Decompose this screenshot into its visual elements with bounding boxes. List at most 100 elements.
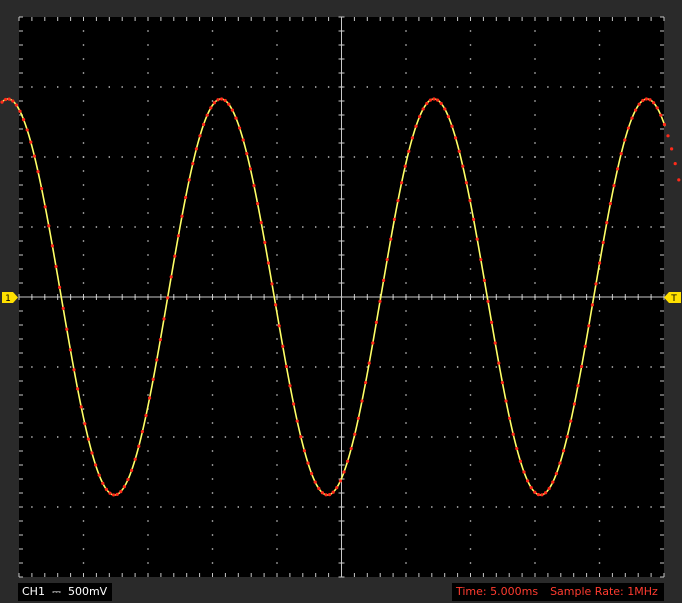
grid-dot — [237, 436, 239, 438]
grid-dot — [82, 562, 85, 564]
grid-dot — [624, 366, 626, 368]
grid-dot — [224, 156, 227, 158]
sample-point — [187, 178, 191, 182]
grid-dot — [431, 436, 433, 438]
grid-dot — [469, 128, 472, 130]
grid-dot — [534, 156, 536, 158]
grid-dot — [276, 100, 278, 102]
grid-dot — [31, 436, 33, 438]
grid-dot — [82, 128, 85, 130]
grid-dot — [211, 100, 214, 102]
sample-point — [518, 459, 523, 463]
sample-point — [425, 101, 429, 106]
grid-dot — [585, 156, 588, 158]
grid-dot — [469, 492, 472, 494]
grid-dot — [405, 422, 407, 424]
sample-point — [623, 138, 627, 142]
sample-point — [14, 103, 18, 107]
grid-dot — [263, 86, 265, 88]
sample-point — [176, 234, 180, 238]
grid-dot — [508, 86, 510, 88]
sample-point — [374, 320, 378, 324]
grid-dot — [276, 478, 278, 480]
grid-dot — [211, 170, 214, 172]
grid-dot — [469, 478, 472, 480]
grid-dot — [547, 156, 549, 158]
grid-dot — [276, 156, 278, 158]
grid-dot — [82, 478, 85, 480]
grid-dot — [82, 198, 85, 200]
sample-point — [482, 278, 486, 282]
grid-dot — [650, 226, 652, 228]
sample-point — [256, 202, 260, 206]
grid-dot — [405, 100, 407, 102]
grid-dot — [495, 366, 497, 368]
sample-point — [166, 296, 170, 300]
grid-dot — [650, 156, 652, 158]
grid-dot — [598, 282, 601, 284]
grid-dot — [82, 408, 85, 410]
grid-dot — [82, 212, 85, 214]
grid-dot — [95, 436, 98, 438]
grid-dot — [598, 254, 601, 256]
sample-point — [86, 437, 90, 441]
grid-dot — [327, 506, 330, 508]
grid-dot — [147, 254, 149, 256]
channel-status-box[interactable]: CH1 ⎓ 500mV — [18, 583, 112, 601]
grid-dot — [534, 114, 536, 116]
grid-dot — [534, 44, 536, 46]
grid-dot — [405, 436, 407, 438]
sample-point — [634, 108, 638, 112]
sample-point — [194, 147, 198, 151]
grid-dot — [276, 324, 278, 326]
sample-point — [122, 485, 126, 489]
trigger-marker-label: T — [670, 294, 677, 304]
grid-dot — [547, 86, 549, 88]
grid-dot — [534, 198, 536, 200]
grid-dot — [418, 226, 420, 228]
grid-dot — [456, 366, 459, 368]
grid-dot — [469, 156, 472, 158]
grid-dot — [82, 114, 85, 116]
grid-dot — [482, 156, 485, 158]
sample-point — [652, 101, 656, 105]
grid-dot — [276, 72, 278, 74]
sample-point — [29, 140, 33, 144]
grid-dot — [82, 366, 85, 368]
grid-dot — [147, 86, 149, 88]
grid-dot — [560, 226, 562, 228]
grid-dot — [418, 156, 420, 158]
sample-point — [619, 152, 623, 156]
sample-point — [115, 492, 119, 496]
grid-dot — [276, 436, 278, 438]
grid-dot — [57, 156, 59, 158]
grid-dot — [173, 506, 175, 508]
grid-dot — [147, 184, 149, 186]
sample-point — [284, 364, 288, 369]
grid-dot — [405, 86, 407, 88]
grid-dot — [534, 534, 536, 536]
grid-dot — [534, 268, 536, 270]
grid-dot — [456, 156, 459, 158]
sample-point — [479, 257, 483, 262]
grid-dot — [211, 506, 214, 508]
grid-dot — [186, 156, 188, 158]
grid-dot — [211, 492, 214, 494]
grid-dot — [521, 506, 523, 508]
sample-point — [349, 446, 353, 451]
grid-dot — [289, 436, 291, 438]
sample-point — [112, 493, 116, 497]
grid-dot — [276, 254, 278, 256]
grid-dot — [121, 86, 123, 88]
grid-dot — [82, 394, 85, 396]
grid-dot — [108, 436, 110, 438]
sample-point — [346, 459, 350, 463]
sample-point — [590, 303, 595, 307]
grid-dot — [276, 226, 278, 228]
grid-dot — [405, 310, 407, 312]
grid-dot — [173, 436, 175, 438]
grid-dot — [534, 366, 536, 368]
sample-point — [140, 430, 144, 434]
sample-point — [490, 320, 494, 324]
grid-dot — [302, 366, 304, 368]
